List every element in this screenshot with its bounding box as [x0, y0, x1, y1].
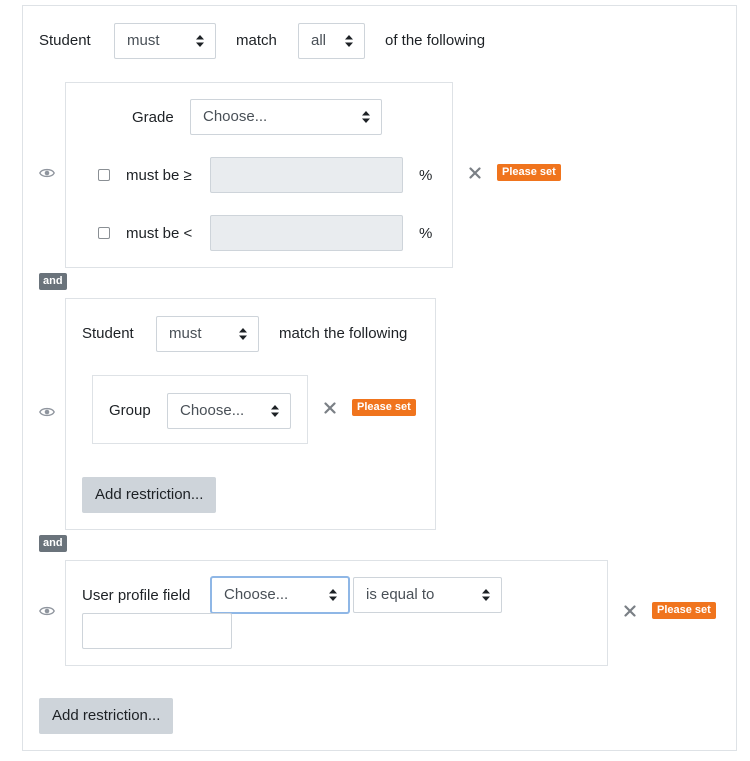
grade-select[interactable]: Choose...: [190, 99, 382, 135]
root-add-restriction-button[interactable]: Add restriction...: [39, 698, 174, 734]
operator-select-value: is equal to: [366, 586, 435, 603]
select-arrows-icon: [329, 589, 337, 601]
close-icon[interactable]: [324, 402, 336, 414]
profile-value-input[interactable]: [82, 613, 232, 649]
root-following-label: of the following: [385, 32, 486, 49]
max-grade-checkbox[interactable]: [98, 227, 110, 239]
min-percent-label: %: [419, 167, 433, 184]
select-arrows-icon: [345, 35, 353, 47]
group-must-select[interactable]: must: [156, 316, 259, 352]
min-grade-input[interactable]: [210, 157, 403, 193]
eye-icon[interactable]: [39, 605, 55, 617]
select-arrows-icon: [239, 328, 247, 340]
group-select-value: Choose...: [180, 402, 245, 419]
group-must-select-value: must: [169, 325, 202, 342]
group-select[interactable]: Choose...: [167, 393, 291, 429]
grade-select-value: Choose...: [203, 108, 268, 125]
and-connector: and: [39, 535, 67, 552]
status-badge: Please set: [652, 602, 716, 619]
profile-field-label: User profile field: [82, 587, 191, 604]
max-grade-input[interactable]: [210, 215, 403, 251]
operator-select[interactable]: is equal to: [353, 577, 502, 613]
eye-icon[interactable]: [39, 406, 55, 418]
add-restriction-button[interactable]: Add restriction...: [82, 477, 217, 513]
root-must-select[interactable]: must: [114, 23, 216, 59]
root-student-label: Student: [39, 32, 91, 49]
status-badge: Please set: [352, 399, 416, 416]
root-all-select-value: all: [311, 32, 327, 49]
close-icon[interactable]: [624, 605, 636, 617]
max-grade-label: must be <: [126, 225, 193, 242]
select-arrows-icon: [362, 111, 370, 123]
select-arrows-icon: [196, 35, 204, 47]
select-arrows-icon: [482, 589, 490, 601]
match-following-label: match the following: [279, 325, 408, 342]
min-grade-label: must be ≥: [126, 167, 192, 184]
select-arrows-icon: [271, 405, 279, 417]
close-icon[interactable]: [469, 167, 481, 179]
min-grade-checkbox[interactable]: [98, 169, 110, 181]
group-label: Group: [109, 402, 151, 419]
and-connector: and: [39, 273, 67, 290]
root-all-select[interactable]: all: [298, 23, 365, 59]
group-student-label: Student: [82, 325, 134, 342]
max-percent-label: %: [419, 225, 433, 242]
profile-field-select-value: Choose...: [224, 586, 289, 603]
eye-icon[interactable]: [39, 167, 55, 179]
profile-field-select[interactable]: Choose...: [211, 577, 349, 613]
status-badge: Please set: [497, 164, 561, 181]
root-must-select-value: must: [127, 32, 160, 49]
root-match-label: match: [236, 32, 277, 49]
grade-label: Grade: [132, 109, 174, 126]
